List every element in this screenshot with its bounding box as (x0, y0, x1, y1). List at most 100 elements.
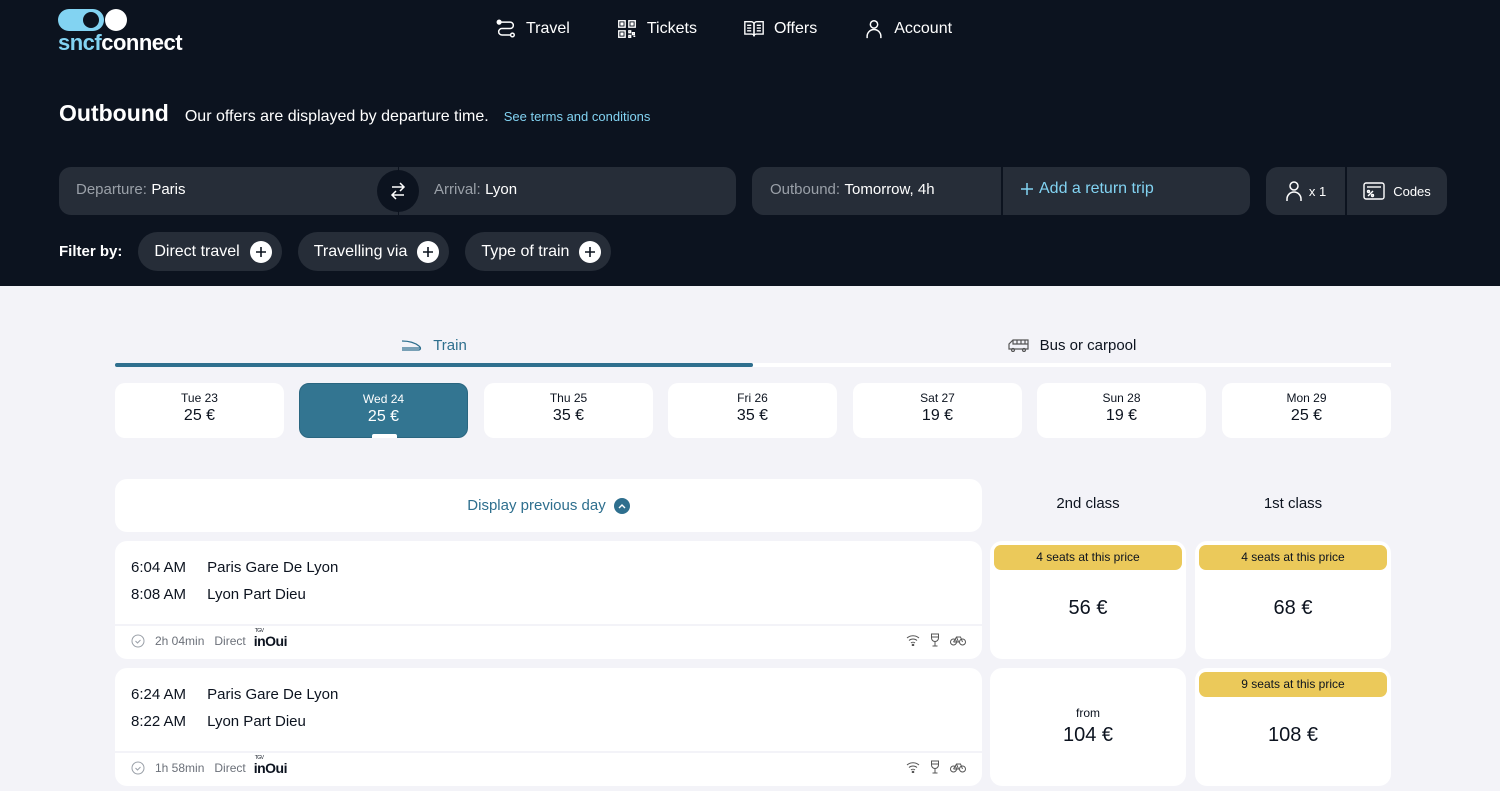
second-class-header: 2nd class (1056, 495, 1120, 512)
date-card-price: 25 € (183, 407, 216, 424)
bar-wine-glass-icon (931, 633, 939, 647)
departure-line: 6:04 AM Paris Gare De Lyon (131, 559, 338, 576)
passengers-button[interactable]: x 1 (1266, 167, 1345, 215)
date-card-price: 25 € (1290, 407, 1323, 424)
plus-circle-icon (417, 240, 440, 263)
date-card-tue-23[interactable]: Tue 23 25 € (115, 383, 284, 438)
nav-tickets-label: Tickets (646, 20, 697, 37)
date-card-day: Fri 26 (737, 391, 768, 405)
terms-link[interactable]: See terms and conditions (504, 109, 651, 124)
second-class-price-card[interactable]: from 104 € (990, 668, 1186, 786)
filter-label: Filter by: (59, 243, 123, 260)
tab-train[interactable]: Train (115, 326, 753, 364)
wifi-icon (906, 635, 920, 646)
journey-meta: 2h 04min Direct TGV inOui (131, 628, 288, 649)
add-return-trip-button[interactable]: Add a return trip (1020, 180, 1154, 198)
filter-chip-label: Direct travel (154, 242, 240, 260)
departure-value: Paris (151, 181, 186, 198)
nav-travel[interactable]: Travel (495, 17, 570, 41)
page-heading-row: Outbound Our offers are displayed by dep… (59, 100, 650, 127)
journey-divider (115, 624, 982, 626)
arrival-line: 8:22 AM Lyon Part Dieu (131, 713, 306, 730)
date-card-day: Sat 27 (920, 391, 955, 405)
logo-toggle-shape (58, 9, 104, 31)
journey-card[interactable]: 6:04 AM Paris Gare De Lyon 8:08 AM Lyon … (115, 541, 982, 659)
amenities (906, 760, 966, 774)
departure-line: 6:24 AM Paris Gare De Lyon (131, 686, 338, 703)
bar-wine-glass-icon (931, 760, 939, 774)
date-search-box: Outbound: Tomorrow, 4h Add a return trip (752, 167, 1250, 215)
departure-time: 6:24 AM (131, 686, 187, 703)
price-value: 104 € (1062, 724, 1114, 746)
top-navigation: Travel Tickets Offers Account (495, 17, 998, 41)
page-subtitle: Our offers are displayed by departure ti… (184, 108, 489, 125)
page-title: Outbound (59, 100, 169, 126)
journey-type: Direct (214, 761, 246, 775)
nav-offers-label: Offers (773, 20, 818, 37)
arrival-field[interactable]: Arrival: Lyon (434, 181, 517, 199)
date-card-fri-26[interactable]: Fri 26 35 € (668, 383, 837, 438)
swap-stations-button[interactable] (377, 170, 419, 212)
outbound-date-value: Tomorrow, 4h (844, 181, 935, 198)
departure-field[interactable]: Departure: Paris (76, 181, 186, 199)
codes-label: Codes (1393, 183, 1431, 199)
plus-circle-icon (249, 240, 272, 263)
nav-account[interactable]: Account (863, 17, 952, 41)
price-value: 68 € (1273, 597, 1313, 619)
plus-circle-icon (579, 240, 602, 263)
clock-icon (131, 761, 145, 775)
date-card-wed-24-selected[interactable]: Wed 24 25 € (299, 383, 468, 438)
clock-icon (131, 634, 145, 648)
nav-travel-label: Travel (526, 20, 570, 37)
arrival-time: 8:08 AM (131, 586, 187, 603)
date-card-sat-27[interactable]: Sat 27 19 € (853, 383, 1022, 438)
sncf-connect-logo[interactable]: sncfconnect (58, 9, 198, 55)
tab-bus-or-carpool[interactable]: Bus or carpool (753, 326, 1391, 364)
date-card-day: Wed 24 (362, 392, 405, 406)
selected-date-marker (372, 434, 397, 438)
arrival-line: 8:08 AM Lyon Part Dieu (131, 586, 306, 603)
journey-duration: 1h 58min (155, 761, 205, 775)
journey-card[interactable]: 6:24 AM Paris Gare De Lyon 8:22 AM Lyon … (115, 668, 982, 786)
train-icon (402, 340, 422, 351)
filter-travelling-via[interactable]: Travelling via (297, 232, 450, 271)
user-icon (866, 20, 882, 39)
wifi-icon (906, 762, 920, 773)
date-card-sun-28[interactable]: Sun 28 19 € (1037, 383, 1206, 438)
first-class-price-card[interactable]: 4 seats at this price 68 € (1195, 541, 1391, 659)
price-value: 108 € (1267, 724, 1319, 746)
departure-station: Paris Gare De Lyon (207, 686, 339, 703)
outbound-date-field[interactable]: Outbound: Tomorrow, 4h (770, 181, 1002, 199)
inoui-logo: TGV inOui (253, 755, 288, 776)
date-card-thu-25[interactable]: Thu 25 35 € (484, 383, 653, 438)
second-class-price-card[interactable]: 4 seats at this price 56 € (990, 541, 1186, 659)
arrival-station: Lyon Part Dieu (207, 713, 306, 730)
passenger-count: x 1 (1308, 183, 1327, 199)
seats-badge: 4 seats at this price (994, 545, 1182, 570)
date-card-price: 19 € (921, 407, 954, 424)
date-card-price: 25 € (367, 408, 400, 425)
date-card-day: Thu 25 (549, 391, 588, 405)
swap-arrows-icon (390, 182, 406, 200)
journey-meta: 1h 58min Direct TGV inOui (131, 755, 288, 776)
filter-type-of-train[interactable]: Type of train (465, 232, 612, 271)
codes-button[interactable]: Codes (1347, 167, 1447, 215)
filter-direct-travel[interactable]: Direct travel (138, 232, 282, 271)
first-class-header: 1st class (1263, 495, 1323, 512)
journey-type: Direct (214, 634, 246, 648)
active-tab-indicator (115, 363, 753, 367)
arrival-station: Lyon Part Dieu (207, 586, 306, 603)
display-previous-day-button[interactable]: Display previous day (115, 479, 982, 532)
price-from-label: from (1076, 706, 1100, 720)
bus-icon (1008, 339, 1029, 352)
date-card-price: 35 € (736, 407, 769, 424)
transport-mode-tabs: Train Bus or carpool (115, 326, 1391, 368)
date-card-mon-29[interactable]: Mon 29 25 € (1222, 383, 1391, 438)
date-price-strip: Tue 23 25 € Wed 24 25 € Thu 25 35 € Fri … (115, 383, 1391, 439)
date-card-day: Tue 23 (181, 391, 218, 405)
add-return-trip-label: Add a return trip (1039, 180, 1154, 197)
nav-tickets[interactable]: Tickets (616, 17, 697, 41)
nav-offers[interactable]: Offers (743, 17, 817, 41)
first-class-price-card[interactable]: 9 seats at this price 108 € (1195, 668, 1391, 786)
passengers-codes-box: x 1 Codes (1266, 167, 1447, 215)
